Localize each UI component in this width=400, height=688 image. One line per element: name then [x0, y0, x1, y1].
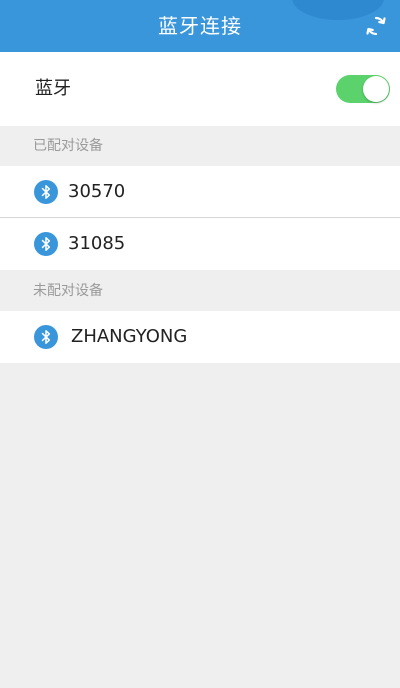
device-name: 31085	[68, 233, 126, 254]
refresh-icon	[366, 16, 386, 36]
device-name: ZHANGYONG	[71, 326, 188, 347]
bluetooth-icon	[34, 325, 58, 349]
refresh-button[interactable]	[364, 14, 388, 38]
bluetooth-toggle-row: 蓝牙	[0, 52, 400, 126]
paired-device-item[interactable]: 30570	[0, 166, 400, 218]
bluetooth-switch[interactable]	[336, 75, 390, 103]
bluetooth-label: 蓝牙	[35, 78, 71, 99]
switch-knob[interactable]	[363, 76, 389, 102]
unpaired-device-item[interactable]: ZHANGYONG	[0, 311, 400, 363]
paired-devices-header: 已配对设备	[0, 126, 400, 166]
bluetooth-connect-screen: 蓝牙连接 蓝牙 已配对设备 30570 31085 未配对设备 ZHANGYON…	[0, 0, 400, 688]
paired-device-item[interactable]: 31085	[0, 218, 400, 270]
title-bar: 蓝牙连接	[0, 0, 400, 52]
bluetooth-icon	[34, 180, 58, 204]
device-name: 30570	[68, 181, 126, 202]
bluetooth-icon	[34, 232, 58, 256]
unpaired-devices-header: 未配对设备	[0, 271, 400, 311]
page-title: 蓝牙连接	[158, 14, 242, 38]
